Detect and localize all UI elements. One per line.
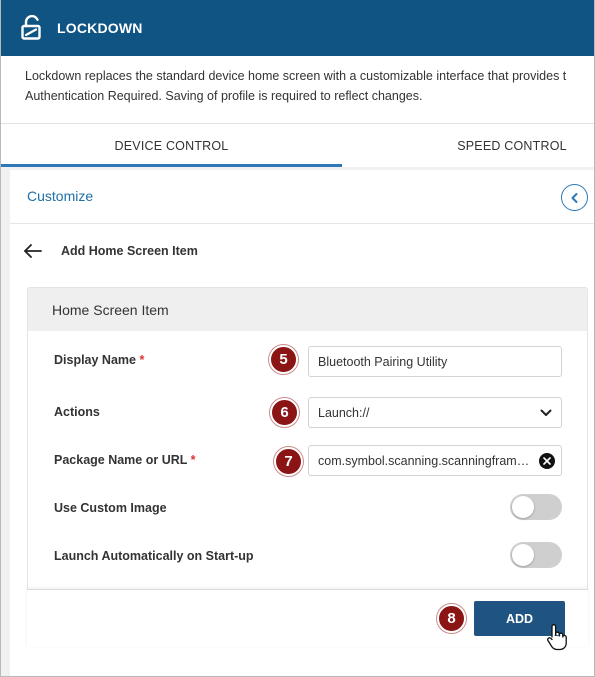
description: Lockdown replaces the standard device ho… (25, 66, 594, 106)
step-badge-8: 8 (437, 604, 466, 633)
app-window: LOCKDOWN Lockdown replaces the standard … (0, 0, 595, 677)
unlock-icon (19, 15, 45, 41)
display-name-field[interactable]: Bluetooth Pairing Utility (308, 346, 562, 377)
tab-device-control[interactable]: DEVICE CONTROL (1, 124, 342, 167)
auto-launch-label: Launch Automatically on Start-up (54, 549, 254, 563)
step-badge-5: 5 (269, 345, 298, 374)
description-line-1: Lockdown replaces the standard device ho… (25, 69, 567, 83)
custom-image-toggle[interactable] (510, 494, 562, 520)
tab-speed-control[interactable]: SPEED CONTROL (342, 124, 594, 167)
chevron-down-icon (531, 409, 561, 417)
toggle-knob (512, 496, 534, 518)
toggle-knob (512, 544, 534, 566)
divider (10, 223, 594, 224)
package-label: Package Name or URL * (54, 453, 196, 467)
actions-value: Launch:// (318, 405, 370, 420)
close-icon (539, 452, 555, 469)
package-field[interactable]: com.symbol.scanning.scanningframework (308, 445, 562, 476)
step-badge-7: 7 (274, 447, 303, 476)
display-name-label: Display Name * (54, 353, 145, 367)
custom-image-label: Use Custom Image (54, 501, 167, 515)
package-value: com.symbol.scanning.scanningframework (318, 453, 533, 468)
step-badge-6: 6 (270, 398, 299, 427)
back-button[interactable] (23, 243, 43, 259)
clear-button[interactable] (533, 452, 561, 469)
app-title: LOCKDOWN (57, 20, 143, 36)
subpage-title: Add Home Screen Item (61, 244, 198, 258)
section-title: Customize (27, 188, 94, 204)
required-marker: * (190, 453, 196, 467)
required-marker: * (139, 353, 145, 367)
arrow-left-icon (24, 244, 42, 258)
tab-bar: DEVICE CONTROL SPEED CONTROL (1, 123, 594, 167)
display-name-value: Bluetooth Pairing Utility (318, 354, 448, 369)
hand-cursor-icon (546, 623, 568, 651)
collapse-button[interactable] (561, 184, 588, 211)
auto-launch-toggle[interactable] (510, 542, 562, 568)
actions-select[interactable]: Launch:// (308, 397, 562, 428)
app-header: LOCKDOWN (1, 0, 594, 56)
actions-label: Actions (54, 405, 100, 419)
chevron-left-icon (571, 192, 577, 203)
description-line-2: Authentication Required. Saving of profi… (25, 89, 423, 103)
card-title: Home Screen Item (28, 288, 587, 331)
